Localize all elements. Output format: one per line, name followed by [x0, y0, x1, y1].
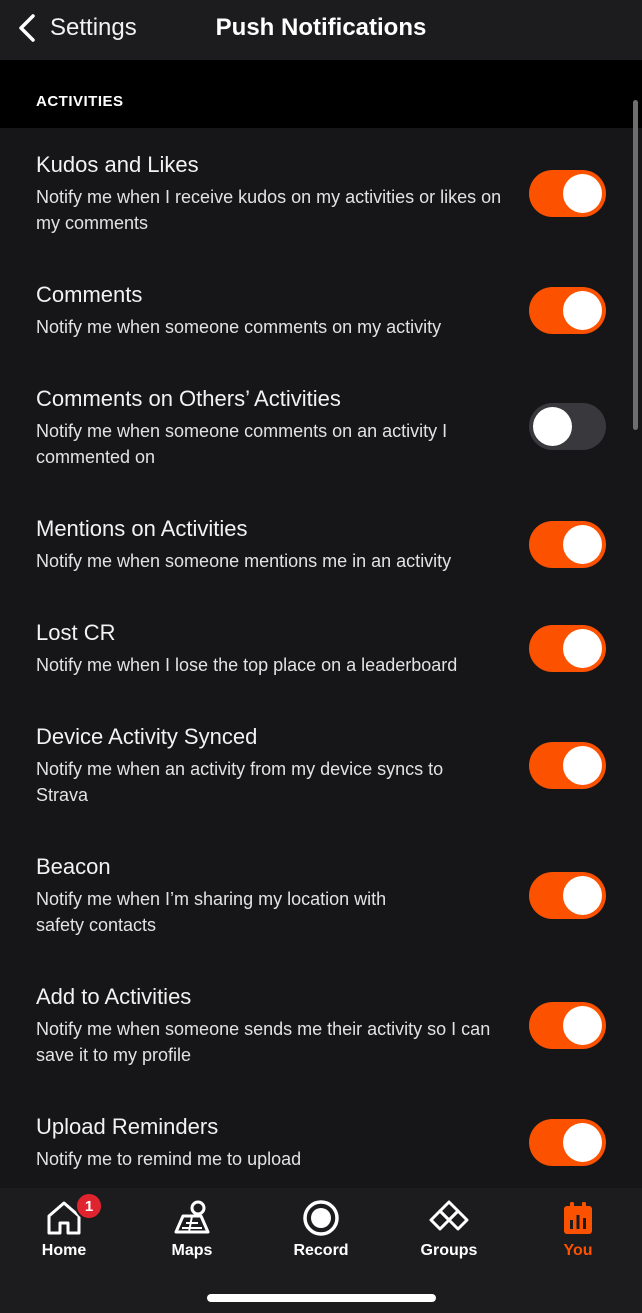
nav-header: Settings Push Notifications [0, 0, 642, 60]
setting-title: Lost CR [36, 620, 116, 645]
toggle-mentions[interactable] [529, 521, 606, 568]
toggle-add-to-activities[interactable] [529, 1002, 606, 1049]
setting-description: Notify me when someone sends me their ac… [36, 1019, 491, 1065]
tab-maps[interactable]: Maps [128, 1188, 256, 1278]
setting-title: Kudos and Likes [36, 152, 199, 177]
toggle-knob [563, 1006, 602, 1045]
toggle-knob [563, 525, 602, 564]
toggle-knob [563, 291, 602, 330]
setting-title: Comments on Others’ Activities [36, 386, 341, 411]
tab-label: Groups [420, 1242, 478, 1259]
toggle-knob [563, 876, 602, 915]
setting-description: Notify me when an activity from my devic… [36, 759, 444, 805]
profile-chart-icon [564, 1202, 592, 1234]
setting-description: Notify me when someone mentions me in an… [36, 551, 452, 571]
toggle-knob [563, 629, 602, 668]
toggle-kudos[interactable] [529, 170, 606, 217]
push-notifications-screen: Settings Push Notifications ACTIVITIES K… [0, 0, 642, 1313]
page-title: Push Notifications [215, 14, 427, 41]
toggle-beacon[interactable] [529, 872, 606, 919]
notification-badge: 1 [75, 1192, 103, 1220]
setting-title: Mentions on Activities [36, 516, 248, 541]
toggle-comments-on-others[interactable] [529, 403, 606, 450]
setting-description: Notify me when I lose the top place on a… [36, 655, 458, 675]
toggle-knob [533, 407, 572, 446]
setting-title: Upload Reminders [36, 1114, 219, 1139]
record-icon [303, 1200, 339, 1236]
setting-title: Device Activity Synced [36, 724, 258, 749]
setting-description: Notify me when I’m sharing my location w… [36, 889, 387, 935]
tab-groups[interactable]: Groups [385, 1188, 513, 1278]
section-header: ACTIVITIES [0, 60, 642, 128]
setting-title: Add to Activities [36, 984, 192, 1009]
tab-label: You [563, 1242, 593, 1259]
tab-label: Home [41, 1242, 87, 1259]
tab-record[interactable]: Record [257, 1188, 385, 1278]
toggle-knob [563, 174, 602, 213]
section-title: ACTIVITIES [36, 93, 124, 110]
toggle-knob [563, 746, 602, 785]
home-indicator[interactable] [207, 1294, 436, 1302]
toggle-upload-reminders[interactable] [529, 1119, 606, 1166]
tab-label: Record [293, 1242, 349, 1259]
toggle-lost-cr[interactable] [529, 625, 606, 672]
setting-description: Notify me to remind me to upload [36, 1149, 302, 1169]
tab-label: Maps [171, 1242, 213, 1259]
setting-description: Notify me when someone comments on my ac… [36, 317, 442, 337]
tab-you[interactable]: You [514, 1188, 642, 1278]
setting-description: Notify me when I receive kudos on my act… [36, 187, 502, 233]
setting-title: Comments [36, 282, 143, 307]
setting-title: Beacon [36, 854, 111, 879]
scrollbar[interactable] [633, 100, 638, 430]
toggle-device-synced[interactable] [529, 742, 606, 789]
setting-description: Notify me when someone comments on an ac… [36, 421, 448, 467]
toggle-comments[interactable] [529, 287, 606, 334]
map-icon [174, 1200, 210, 1234]
tab-home[interactable]: 1 Home [0, 1188, 128, 1278]
groups-icon [429, 1200, 469, 1231]
toggle-knob [563, 1123, 602, 1162]
